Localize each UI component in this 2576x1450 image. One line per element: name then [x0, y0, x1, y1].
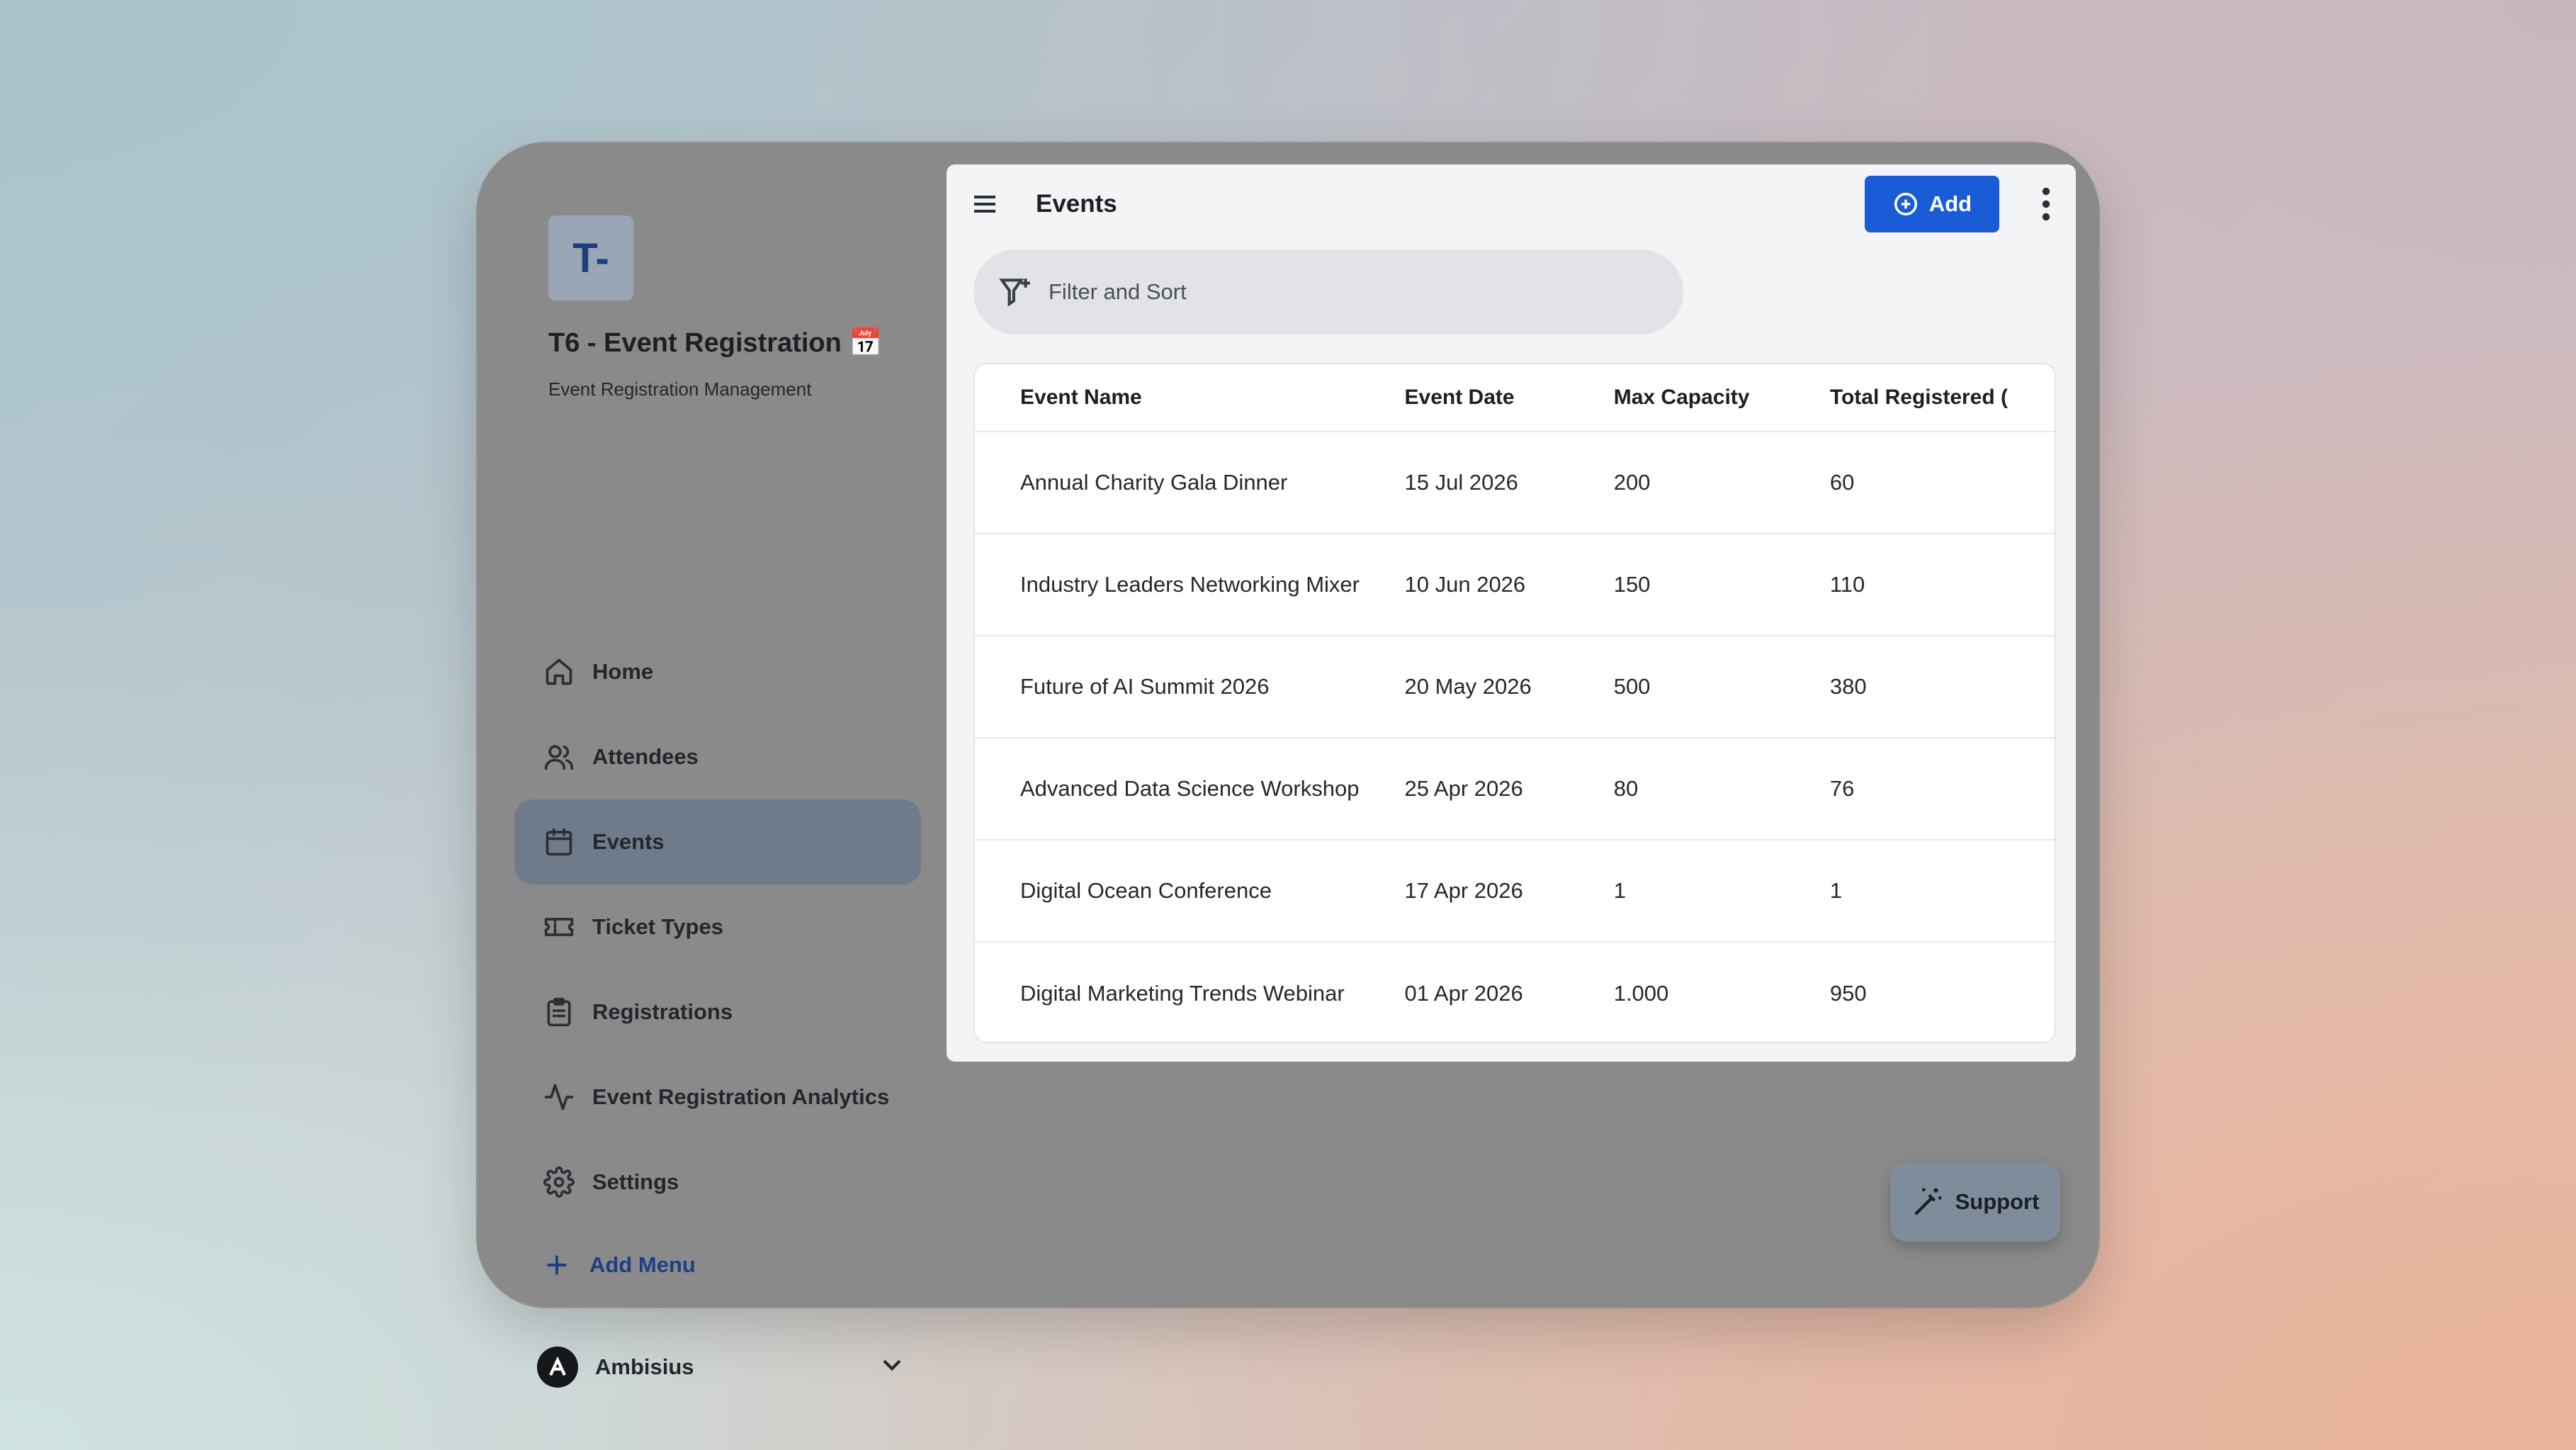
filter-sort-bar[interactable]: Filter and Sort [973, 249, 1683, 335]
activity-icon [543, 1081, 575, 1113]
panel-header: Events Add [947, 164, 2076, 242]
page-title: Events [1036, 190, 1117, 218]
sidebar-item-label: Attendees [592, 744, 699, 769]
events-table: Event Name Event Date Max Capacity Total… [973, 363, 2056, 1043]
sidebar-nav: Home Attendees Events Ticket Types Regis… [514, 629, 921, 1225]
hamburger-menu-icon[interactable] [971, 190, 999, 218]
cell-event-name: Industry Leaders Networking Mixer [1020, 572, 1360, 597]
cell-max-capacity: 1.000 [1613, 981, 1669, 1006]
column-header-max-capacity[interactable]: Max Capacity [1614, 386, 1830, 410]
cell-max-capacity: 200 [1613, 470, 1651, 495]
plus-icon [547, 1255, 567, 1275]
cell-event-date: 20 May 2026 [1404, 674, 1532, 699]
cell-event-date: 17 Apr 2026 [1404, 878, 1523, 903]
home-icon [543, 656, 575, 688]
add-button-label: Add [1928, 191, 1972, 216]
add-button[interactable]: Add [1865, 176, 1999, 232]
cell-max-capacity: 150 [1613, 572, 1651, 597]
support-label: Support [1955, 1189, 2040, 1214]
account-switcher[interactable]: Ambisius [537, 1347, 905, 1388]
add-menu-label: Add Menu [589, 1252, 696, 1277]
column-header-total-registered[interactable]: Total Registered ( [1830, 386, 2055, 410]
table-row[interactable]: Digital Ocean Conference 17 Apr 2026 1 1 [975, 841, 2055, 943]
cell-event-name: Advanced Data Science Workshop [1020, 776, 1360, 801]
chevron-down-icon[interactable] [879, 1351, 905, 1383]
cell-total-registered: 60 [1829, 470, 1855, 495]
sidebar: T- T6 - Event Registration 📅 Event Regis… [476, 142, 930, 1388]
sidebar-item-registrations[interactable]: Registrations [514, 970, 921, 1055]
sidebar-item-label: Ticket Types [592, 914, 723, 939]
account-logo-icon [549, 1356, 566, 1376]
cell-max-capacity: 80 [1613, 776, 1639, 801]
cell-total-registered: 380 [1829, 674, 1867, 699]
cell-event-name: Future of AI Summit 2026 [1020, 674, 1270, 699]
sidebar-item-events[interactable]: Events [514, 799, 921, 884]
clipboard-icon [543, 996, 575, 1028]
column-header-event-name[interactable]: Event Name [975, 386, 1405, 410]
add-menu-button[interactable]: Add Menu [543, 1251, 696, 1279]
sidebar-item-label: Registrations [592, 999, 733, 1024]
column-header-event-date[interactable]: Event Date [1405, 386, 1614, 410]
cell-max-capacity: 1 [1613, 878, 1626, 903]
sidebar-item-label: Home [592, 659, 654, 684]
table-header: Event Name Event Date Max Capacity Total… [975, 364, 2055, 432]
app-subtitle: Event Registration Management [548, 378, 812, 400]
table-row[interactable]: Annual Charity Gala Dinner 15 Jul 2026 2… [975, 432, 2055, 534]
more-options-icon[interactable] [2039, 186, 2053, 223]
cell-event-date: 10 Jun 2026 [1404, 572, 1526, 597]
sidebar-item-analytics[interactable]: Event Registration Analytics [514, 1055, 921, 1140]
sidebar-item-attendees[interactable]: Attendees [514, 714, 921, 799]
magic-wand-icon [1914, 1188, 1941, 1215]
support-button[interactable]: Support [1890, 1162, 2060, 1242]
plus-circle-icon [1894, 193, 1917, 215]
cell-event-date: 01 Apr 2026 [1404, 981, 1523, 1006]
sidebar-item-label: Settings [592, 1169, 679, 1194]
cell-event-date: 15 Jul 2026 [1404, 470, 1518, 495]
cell-event-date: 25 Apr 2026 [1404, 776, 1523, 801]
table-row[interactable]: Advanced Data Science Workshop 25 Apr 20… [975, 738, 2055, 841]
sidebar-item-home[interactable]: Home [514, 629, 921, 714]
calendar-icon [543, 826, 575, 858]
cell-max-capacity: 500 [1613, 674, 1651, 699]
table-row[interactable]: Industry Leaders Networking Mixer 10 Jun… [975, 534, 2055, 636]
sidebar-item-settings[interactable]: Settings [514, 1140, 921, 1225]
avatar [537, 1347, 578, 1388]
gear-icon [543, 1166, 575, 1198]
sidebar-item-label: Events [592, 829, 665, 854]
app-title: T6 - Event Registration 📅 [548, 328, 883, 358]
table-row[interactable]: Digital Marketing Trends Webinar 01 Apr … [975, 943, 2055, 1042]
cell-total-registered: 950 [1829, 981, 1867, 1006]
filter-plus-icon [999, 279, 1030, 307]
filter-placeholder: Filter and Sort [1049, 279, 1187, 304]
table-row[interactable]: Future of AI Summit 2026 20 May 2026 500… [975, 636, 2055, 738]
users-icon [543, 741, 575, 773]
app-logo[interactable]: T- [548, 215, 633, 300]
cell-total-registered: 110 [1829, 572, 1865, 597]
ticket-icon [543, 911, 575, 943]
sidebar-item-ticket-types[interactable]: Ticket Types [514, 884, 921, 970]
cell-total-registered: 76 [1829, 776, 1855, 801]
account-name: Ambisius [595, 1354, 694, 1379]
cell-total-registered: 1 [1829, 878, 1843, 903]
events-panel: Events Add Filter and Sort Event Name Ev… [947, 164, 2076, 1062]
cell-event-name: Annual Charity Gala Dinner [1020, 470, 1288, 495]
sidebar-item-label: Event Registration Analytics [592, 1084, 890, 1109]
cell-event-name: Digital Ocean Conference [1020, 878, 1272, 903]
cell-event-name: Digital Marketing Trends Webinar [1020, 981, 1345, 1006]
